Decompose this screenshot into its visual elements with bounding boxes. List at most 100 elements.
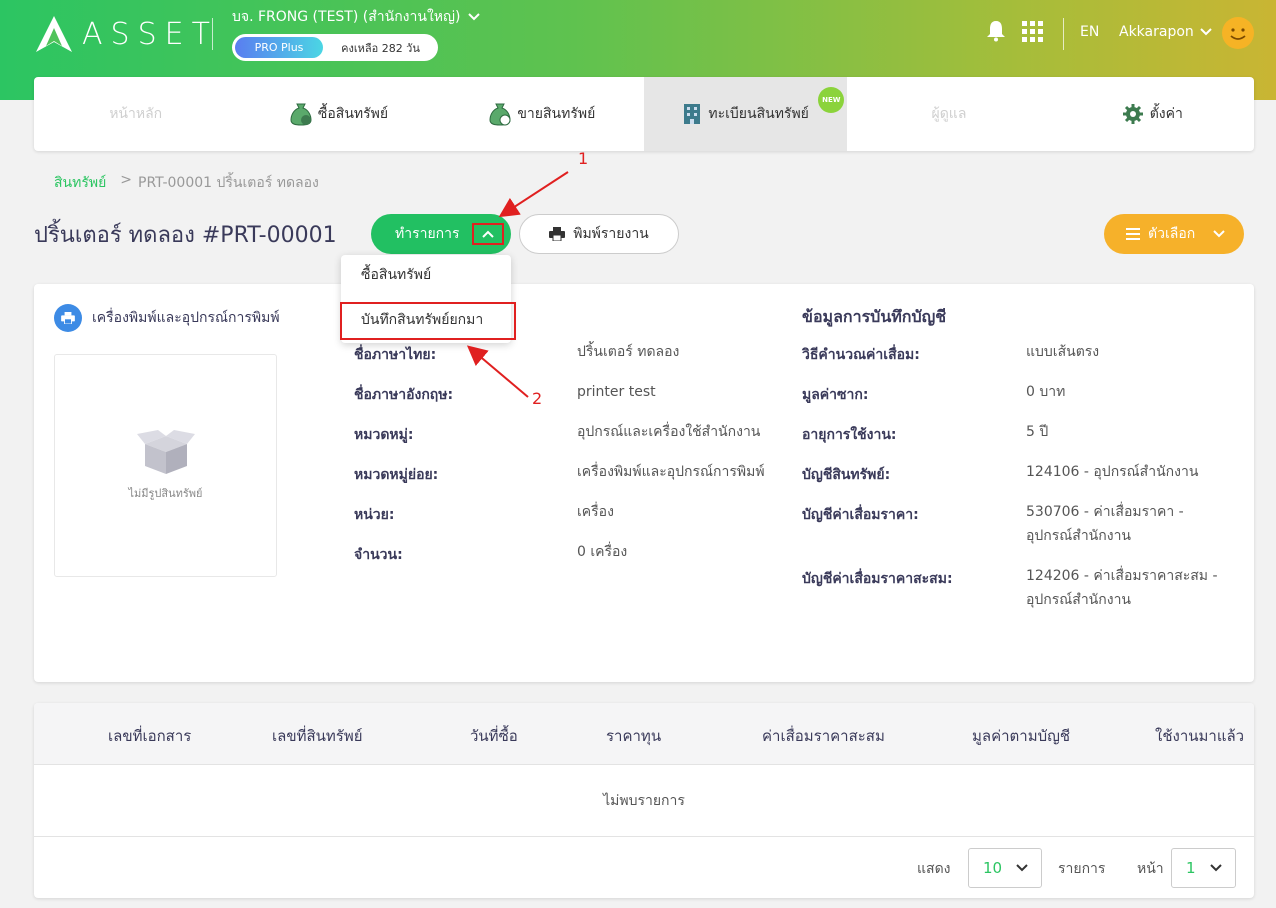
- menu-icon: [1126, 228, 1140, 240]
- money-bag-icon: [489, 103, 511, 126]
- action-button[interactable]: ทำรายการ: [371, 214, 511, 254]
- page-label: หน้า: [1137, 861, 1164, 877]
- chevron-down-icon: [1209, 864, 1222, 872]
- options-button[interactable]: ตัวเลือก: [1104, 214, 1244, 254]
- detail-value: 0 เครื่อง: [577, 544, 628, 560]
- main-nav: หน้าหลัก ซื้อสินทรัพย์ ขายสินทรัพย์ ทะเบ…: [34, 77, 1254, 151]
- nav-caretaker[interactable]: ผู้ดูแล: [847, 77, 1050, 151]
- asset-logo[interactable]: ASSET: [34, 14, 218, 54]
- nav-buy-label: ซื้อสินทรัพย์: [317, 106, 389, 122]
- nav-settings-label: ตั้งค่า: [1149, 106, 1183, 122]
- menu-item-buy-asset[interactable]: ซื้อสินทรัพย์: [341, 257, 511, 293]
- logo-text: ASSET: [82, 16, 218, 52]
- accounting-value: 530706 - ค่าเสื่อมราคา - อุปกรณ์สำนักงาน: [1026, 504, 1184, 544]
- detail-label: หมวดหมู่:: [354, 427, 414, 443]
- nav-home-label: หน้าหลัก: [109, 106, 163, 122]
- bell-icon[interactable]: [986, 20, 1006, 46]
- nav-sell-label: ขายสินทรัพย์: [517, 106, 596, 122]
- accounting-label: มูลค่าซาก:: [802, 387, 869, 403]
- page-title: ปริ้นเตอร์ ทดลอง #PRT-00001: [34, 223, 337, 248]
- nav-register-label: ทะเบียนสินทรัพย์: [708, 106, 809, 122]
- chevron-up-icon[interactable]: [471, 223, 504, 245]
- show-label: แสดง: [917, 861, 951, 877]
- column-header[interactable]: ใช้งานมาแล้ว: [1155, 724, 1244, 748]
- column-header[interactable]: เลขที่เอกสาร: [108, 724, 191, 748]
- print-report-label: พิมพ์รายงาน: [573, 226, 649, 242]
- money-bag-icon: [290, 103, 312, 126]
- options-label: ตัวเลือก: [1148, 226, 1196, 242]
- chevron-down-icon: [1016, 864, 1028, 872]
- chevron-down-icon: [468, 13, 481, 21]
- smiley-icon: [1230, 28, 1246, 40]
- accounting-label: บัญชีค่าเสื่อมราคา:: [802, 507, 919, 523]
- detail-label: หน่วย:: [354, 507, 395, 523]
- nav-settings[interactable]: ตั้งค่า: [1051, 77, 1254, 151]
- accounting-label: อายุการใช้งาน:: [802, 427, 897, 443]
- no-image-caption: ไม่มีรูปสินทรัพย์: [128, 486, 203, 500]
- company-name: บจ. FRONG (TEST) (สำนักงานใหญ่): [232, 9, 461, 25]
- printer-icon: [549, 227, 566, 241]
- nav-sell[interactable]: ขายสินทรัพย์: [441, 77, 644, 151]
- days-left: คงเหลือ 282 วัน: [341, 41, 420, 55]
- plan-pill: PRO Plus คงเหลือ 282 วัน: [232, 34, 438, 61]
- asset-image-placeholder: ไม่มีรูปสินทรัพย์: [54, 354, 277, 577]
- chevron-down-icon: [1200, 28, 1212, 36]
- nav-buy[interactable]: ซื้อสินทรัพย์: [237, 77, 440, 151]
- breadcrumb-current: PRT-00001 ปริ้นเตอร์ ทดลอง: [138, 175, 319, 191]
- page-size-value: 10: [983, 859, 1003, 877]
- detail-value: เครื่องพิมพ์และอุปกรณ์การพิมพ์: [577, 464, 765, 480]
- accounting-label: วิธีคำนวณค่าเสื่อม:: [802, 347, 920, 363]
- company-selector[interactable]: บจ. FRONG (TEST) (สำนักงานใหญ่): [232, 6, 481, 28]
- box-icon: [136, 429, 195, 474]
- detail-label: ชื่อภาษาไทย:: [354, 347, 437, 363]
- breadcrumb: สินทรัพย์ > PRT-00001 ปริ้นเตอร์ ทดลอง: [54, 172, 319, 194]
- username: Akkarapon: [1119, 24, 1194, 40]
- gear-icon: [1122, 104, 1143, 124]
- asset-info-card: เครื่องพิมพ์และอุปกรณ์การพิมพ์ ไม่มีรูปส…: [34, 284, 1254, 682]
- column-header[interactable]: ค่าเสื่อมราคาสะสม: [762, 724, 885, 748]
- plan-badge: PRO Plus: [235, 37, 323, 58]
- print-report-button[interactable]: พิมพ์รายงาน: [519, 214, 679, 254]
- action-dropdown-menu: ซื้อสินทรัพย์ บันทึกสินทรัพย์ยกมา: [341, 255, 511, 343]
- accounting-value: 124206 - ค่าเสื่อมราคาสะสม - อุปกรณ์สำนั…: [1026, 568, 1218, 608]
- page-value: 1: [1186, 859, 1196, 877]
- apps-grid-icon[interactable]: [1022, 21, 1043, 42]
- printer-icon: [54, 304, 82, 332]
- breadcrumb-separator: >: [120, 172, 133, 188]
- user-menu[interactable]: Akkarapon: [1119, 24, 1212, 40]
- menu-item-record-carried-forward[interactable]: บันทึกสินทรัพย์ยกมา: [341, 302, 511, 338]
- page-size-select[interactable]: 10: [968, 848, 1042, 888]
- detail-label: หมวดหมู่ย่อย:: [354, 467, 439, 483]
- accounting-label: บัญชีค่าเสื่อมราคาสะสม:: [802, 571, 953, 587]
- category-name: เครื่องพิมพ์และอุปกรณ์การพิมพ์: [92, 310, 280, 326]
- nav-register[interactable]: ทะเบียนสินทรัพย์ NEW: [643, 77, 848, 151]
- table-header: เลขที่เอกสาร เลขที่สินทรัพย์ วันที่ซื้อ …: [34, 703, 1254, 765]
- avatar[interactable]: [1222, 17, 1254, 49]
- breadcrumb-root[interactable]: สินทรัพย์: [54, 172, 106, 194]
- detail-value: ปริ้นเตอร์ ทดลอง: [577, 344, 680, 360]
- column-header[interactable]: เลขที่สินทรัพย์: [272, 724, 363, 748]
- accounting-label: บัญชีสินทรัพย์:: [802, 467, 891, 483]
- column-header[interactable]: วันที่ซื้อ: [470, 724, 518, 748]
- chevron-down-icon: [1213, 230, 1225, 238]
- new-badge: NEW: [818, 87, 845, 113]
- asset-logo-icon: [36, 16, 72, 52]
- detail-label: ชื่อภาษาอังกฤษ:: [354, 387, 454, 403]
- detail-value: อุปกรณ์และเครื่องใช้สำนักงาน: [577, 424, 761, 440]
- detail-label: จำนวน:: [354, 547, 403, 563]
- divider: [1063, 18, 1064, 50]
- annotation-number-1: 1: [578, 149, 589, 168]
- column-header[interactable]: ราคาทุน: [606, 724, 661, 748]
- action-button-label: ทำรายการ: [395, 226, 460, 242]
- accounting-title: ข้อมูลการบันทึกบัญชี: [802, 307, 947, 326]
- nav-home[interactable]: หน้าหลัก: [34, 77, 237, 151]
- column-header[interactable]: มูลค่าตามบัญชี: [972, 724, 1070, 748]
- accounting-value: 124106 - อุปกรณ์สำนักงาน: [1026, 464, 1199, 480]
- accounting-value: แบบเส้นตรง: [1026, 344, 1100, 360]
- page-select[interactable]: 1: [1171, 848, 1236, 888]
- annotation-number-2: 2: [532, 389, 543, 408]
- accounting-value: 0 บาท: [1026, 384, 1066, 400]
- language-switch[interactable]: EN: [1080, 24, 1099, 40]
- category-header: เครื่องพิมพ์และอุปกรณ์การพิมพ์: [54, 304, 280, 332]
- building-icon: [684, 104, 701, 124]
